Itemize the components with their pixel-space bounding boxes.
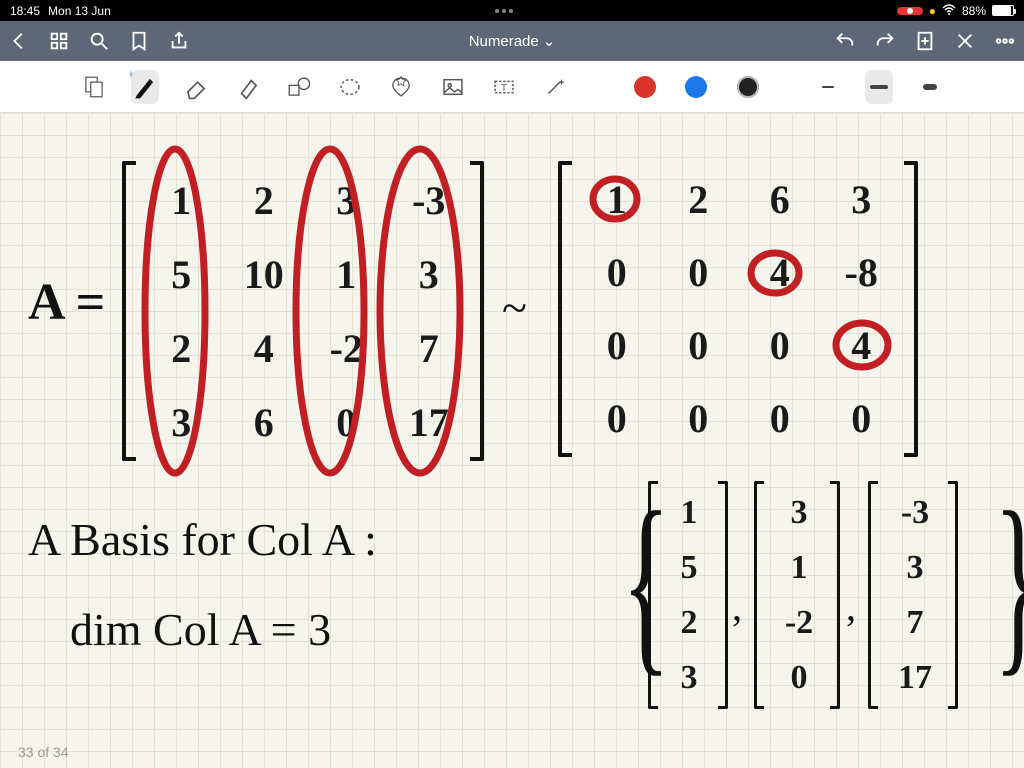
multitask-dots[interactable]	[111, 9, 897, 13]
text-box-tool[interactable]: T	[490, 70, 517, 104]
grid-view-button[interactable]	[48, 30, 70, 52]
basis-vector-1: 1523	[660, 485, 718, 705]
page-indicator: 33 of 34	[18, 744, 69, 760]
new-page-button[interactable]	[914, 30, 936, 52]
basis-vector-3: -33717	[884, 485, 946, 705]
battery-percentage: 88%	[962, 4, 986, 18]
share-button[interactable]	[168, 30, 190, 52]
chevron-down-icon: ⌄	[543, 32, 556, 50]
color-dark[interactable]	[734, 70, 761, 104]
search-button[interactable]	[88, 30, 110, 52]
vector-entry: 17	[884, 650, 946, 705]
bv2-rb	[830, 481, 840, 709]
vector-entry: 0	[770, 650, 828, 705]
vector-entry: 3	[770, 485, 828, 540]
bookmark-button[interactable]	[128, 30, 150, 52]
bv1-rb	[718, 481, 728, 709]
highlighter-tool[interactable]	[234, 70, 261, 104]
bv3-lb	[868, 481, 878, 709]
redo-button[interactable]	[874, 30, 896, 52]
vector-entry: 3	[884, 540, 946, 595]
vector-entry: -3	[884, 485, 946, 540]
wifi-icon	[942, 4, 956, 18]
bluetooth-icon: ᚼ	[128, 69, 133, 79]
vector-entry: 2	[660, 595, 718, 650]
note-canvas[interactable]: A = 123-35101324-2736017 ~ 1263004-80004…	[0, 113, 1024, 768]
stroke-medium[interactable]	[865, 70, 892, 104]
favorites-tool[interactable]	[388, 70, 415, 104]
vector-entry: 1	[660, 485, 718, 540]
pen-tool[interactable]: ᚼ	[131, 70, 158, 104]
vector-entry: 1	[770, 540, 828, 595]
ipad-status-bar: 18:45 Mon 13 Jun ● 88%	[0, 0, 1024, 21]
app-nav-bar: Numerade ⌄	[0, 21, 1024, 61]
battery-icon	[992, 5, 1014, 16]
right-brace: }	[994, 483, 1024, 683]
shapes-tool[interactable]	[285, 70, 312, 104]
stroke-thick[interactable]	[917, 70, 944, 104]
document-title-dropdown[interactable]: Numerade ⌄	[190, 32, 834, 50]
stroke-thin[interactable]	[814, 70, 841, 104]
close-button[interactable]	[954, 30, 976, 52]
magic-wand-tool[interactable]	[542, 70, 569, 104]
back-button[interactable]	[8, 30, 30, 52]
status-time: 18:45	[10, 4, 40, 18]
vector-entry: 5	[660, 540, 718, 595]
vector-entry: 3	[660, 650, 718, 705]
screen-recording-indicator[interactable]	[897, 7, 923, 15]
document-title: Numerade	[469, 33, 539, 50]
page-template-tool[interactable]	[80, 70, 107, 104]
eraser-tool[interactable]	[183, 70, 210, 104]
lasso-tool[interactable]	[336, 70, 363, 104]
vector-entry: 7	[884, 595, 946, 650]
comma2: ,	[846, 583, 856, 630]
color-red[interactable]	[631, 70, 658, 104]
basis-text: A Basis for Col A :	[28, 513, 377, 566]
undo-button[interactable]	[834, 30, 856, 52]
color-blue[interactable]	[683, 70, 710, 104]
bv2-lb	[754, 481, 764, 709]
image-tool[interactable]	[439, 70, 466, 104]
dim-text: dim Col A = 3	[70, 603, 331, 656]
comma1: ,	[732, 583, 742, 630]
vector-entry: -2	[770, 595, 828, 650]
basis-vector-2: 31-20	[770, 485, 828, 705]
more-button[interactable]	[994, 30, 1016, 52]
bv3-rb	[948, 481, 958, 709]
location-indicator-icon: ●	[929, 4, 936, 18]
svg-text:T: T	[501, 83, 507, 94]
drawing-toolbar: ᚼ T	[0, 61, 1024, 113]
status-date: Mon 13 Jun	[48, 4, 111, 18]
bv1-lb	[648, 481, 658, 709]
